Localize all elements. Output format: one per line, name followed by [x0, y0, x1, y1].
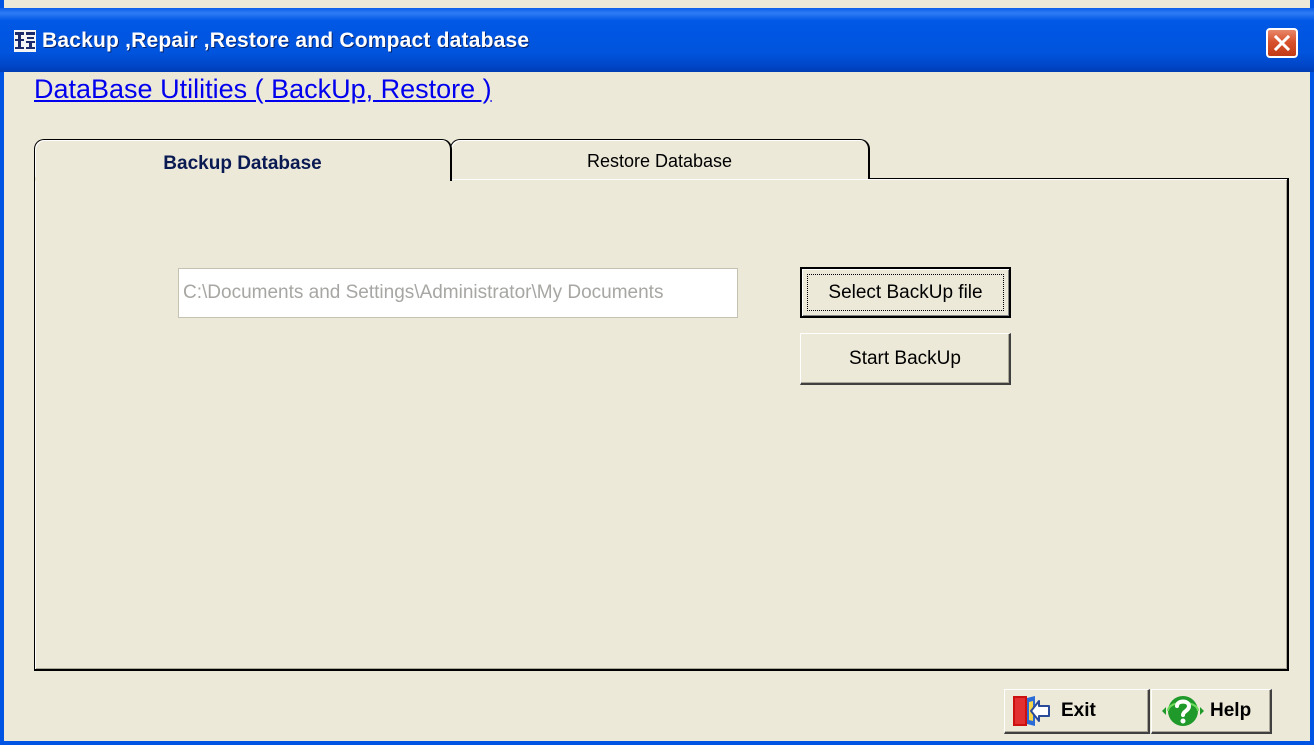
close-icon [1273, 34, 1291, 52]
tab-label: Restore Database [586, 151, 733, 171]
exit-button[interactable]: Exit [1004, 689, 1150, 734]
tab-label: Backup Database [163, 153, 322, 174]
title-bar[interactable]: Backup ,Repair ,Restore and Compact data… [0, 8, 1314, 72]
focus-rectangle [807, 274, 1004, 311]
utilities-heading-link[interactable]: DataBase Utilities ( BackUp, Restore ) [34, 74, 492, 105]
database-utility-icon [14, 30, 36, 52]
select-backup-file-button[interactable]: Select BackUp file [800, 267, 1011, 318]
backup-utility-window: Backup ,Repair ,Restore and Compact data… [0, 0, 1314, 745]
start-backup-button[interactable]: Start BackUp [800, 333, 1011, 385]
exit-label: Exit [1061, 700, 1096, 721]
close-button[interactable] [1266, 28, 1298, 58]
exit-door-icon [1013, 696, 1050, 726]
window-title: Backup ,Repair ,Restore and Compact data… [42, 29, 530, 52]
active-tab-connector [35, 177, 450, 181]
tab-backup-database[interactable]: Backup Database [34, 139, 452, 181]
help-button[interactable]: Help [1151, 689, 1272, 734]
tab-restore-database[interactable]: Restore Database [450, 139, 870, 179]
help-question-icon [1162, 696, 1204, 726]
backup-path-field[interactable] [178, 268, 738, 318]
start-backup-label: Start BackUp [849, 347, 961, 369]
tab-panel-backup [34, 178, 1289, 671]
help-label: Help [1210, 700, 1252, 721]
